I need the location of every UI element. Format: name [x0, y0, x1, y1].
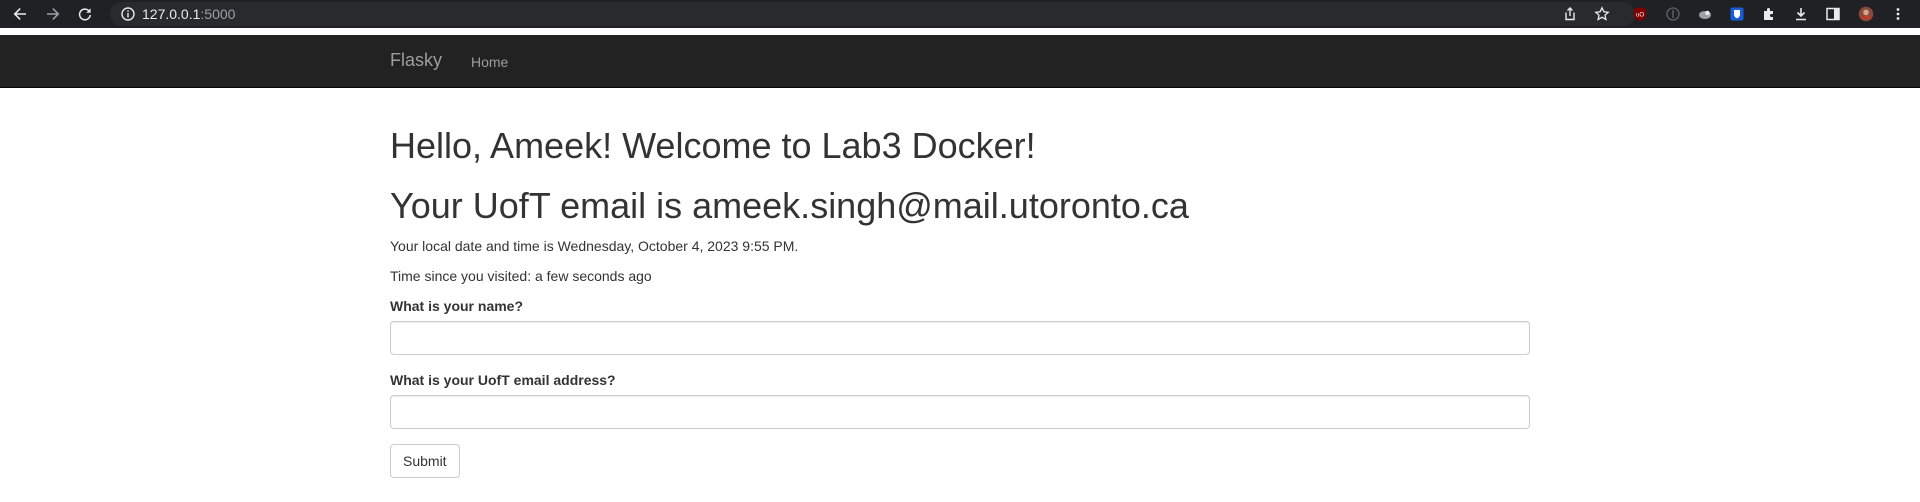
url-text[interactable]: 127.0.0.1:5000 — [142, 6, 235, 22]
kebab-menu-icon[interactable] — [1888, 4, 1908, 24]
navbar-brand[interactable]: Flasky — [390, 50, 442, 70]
address-bar[interactable]: 127.0.0.1:5000 — [110, 2, 1635, 26]
email-heading: Your UofT email is ameek.singh@mail.utor… — [390, 185, 1189, 226]
submit-button[interactable]: Submit — [390, 444, 460, 478]
info-icon[interactable] — [120, 6, 136, 22]
name-label: What is your name? — [390, 298, 524, 314]
greeting-heading: Hello, Ameek! Welcome to Lab3 Docker! — [390, 125, 1036, 166]
reload-icon[interactable] — [75, 4, 95, 24]
email-input[interactable] — [390, 395, 1530, 429]
name-input[interactable] — [390, 321, 1530, 355]
forward-arrow-icon[interactable] — [43, 4, 63, 24]
local-time-text: Your local date and time is Wednesday, O… — [390, 238, 799, 254]
browser-toolbar: 127.0.0.1:5000 uO — [0, 0, 1920, 28]
url-port: :5000 — [200, 6, 236, 22]
ublock-icon[interactable]: uO — [1630, 4, 1650, 24]
site-navbar: Flasky Home — [0, 35, 1920, 88]
time-since-text: Time since you visited: a few seconds ag… — [390, 268, 652, 284]
profile-avatar-icon[interactable] — [1856, 4, 1876, 24]
extension-icon[interactable] — [1663, 4, 1683, 24]
bookmark-star-icon[interactable] — [1594, 6, 1610, 22]
extension-icon[interactable] — [1695, 4, 1715, 24]
puzzle-icon[interactable] — [1759, 4, 1779, 24]
url-host: 127.0.0.1 — [142, 6, 201, 22]
back-arrow-icon[interactable] — [10, 4, 30, 24]
side-panel-icon[interactable] — [1823, 4, 1843, 24]
email-label: What is your UofT email address? — [390, 372, 616, 388]
svg-text:uO: uO — [1636, 13, 1644, 19]
nav-link-home[interactable]: Home — [471, 53, 508, 71]
bitwarden-icon[interactable] — [1727, 4, 1747, 24]
share-icon[interactable] — [1562, 6, 1578, 22]
download-icon[interactable] — [1791, 4, 1811, 24]
